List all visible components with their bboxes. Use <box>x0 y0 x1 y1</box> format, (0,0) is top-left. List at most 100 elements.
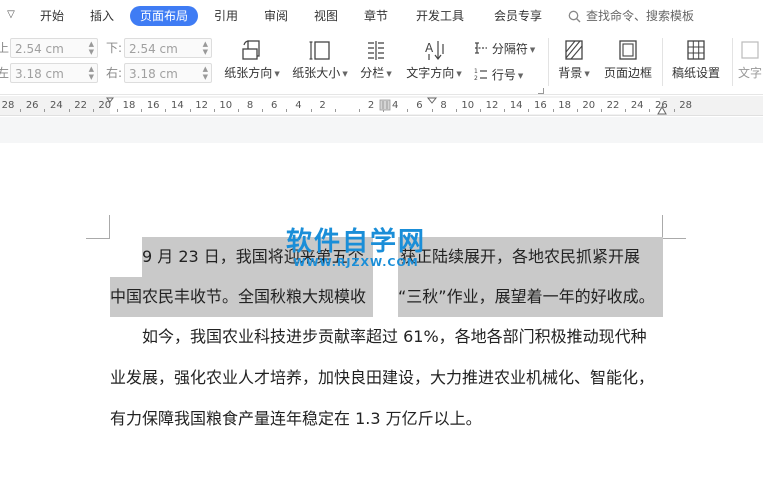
ruler-number: 22 <box>74 100 87 111</box>
ruler-tick <box>576 109 578 112</box>
ruler-number: 16 <box>534 100 547 111</box>
ruler-tick <box>552 109 554 112</box>
columns-button[interactable]: 分栏 ▼ <box>356 38 396 81</box>
ribbon-divider <box>548 38 549 86</box>
column-marker-icon[interactable] <box>379 98 391 112</box>
paper-orientation-button[interactable]: 纸张方向 ▼ <box>220 38 284 81</box>
page-border-icon <box>619 40 637 60</box>
margin-right-stepper[interactable]: 3.18 cm ▲ ▼ <box>124 63 212 83</box>
ruler-tick <box>479 109 481 112</box>
ruler-tick <box>358 109 360 112</box>
ruler-tick <box>20 109 22 112</box>
line-number-label: 行号 <box>491 68 516 82</box>
ruler-number: 8 <box>440 100 447 111</box>
stepper-arrows-icon[interactable]: ▲ ▼ <box>89 65 94 81</box>
document-area[interactable]: 9 月 23 日，我国将迎来第五个 获正陆续展开，各地农民抓紧开展 中国农民丰收… <box>0 117 763 504</box>
stepper-arrows-icon[interactable]: ▲ ▼ <box>203 65 208 81</box>
ruler-number: 28 <box>679 100 692 111</box>
margin-top-value: 2.54 cm <box>15 42 64 56</box>
first-line-indent-icon[interactable] <box>104 96 116 116</box>
paragraph-1-line-2b[interactable]: “三秋”作业，展望着一年的好收成。 <box>398 287 655 307</box>
chevron-down-icon: ▼ <box>342 69 348 78</box>
ruler-number: 6 <box>271 100 278 111</box>
paper-size-button[interactable]: 纸张大小 ▼ <box>288 38 352 81</box>
paper-size-label: 纸张大小 <box>292 66 341 80</box>
margin-top-bottom-row: 上: 2.54 cm ▲▼ 下: 2.54 cm ▲▼ <box>0 38 212 58</box>
margin-top-stepper[interactable]: 2.54 cm ▲ ▼ <box>10 38 98 58</box>
ruler-tick <box>310 109 312 112</box>
ruler-tick <box>504 109 506 112</box>
chevron-down-icon: ▼ <box>274 69 280 78</box>
margin-bottom-stepper[interactable]: 2.54 cm ▲ ▼ <box>124 38 212 58</box>
tab-view[interactable]: 视图 <box>314 6 338 26</box>
tab-sections[interactable]: 章节 <box>364 6 388 26</box>
tab-member[interactable]: 会员专享 <box>494 6 542 26</box>
right-indent-icon[interactable] <box>656 105 668 116</box>
ruler-number: 2 <box>367 100 375 111</box>
ruler-tick <box>189 109 191 112</box>
ruler-tick <box>407 109 409 112</box>
ruler-tick <box>141 109 143 112</box>
ribbon-toolbar: 上: 2.54 cm ▲▼ 下: 2.54 cm ▲▼ 左: 3.18 cm ▲… <box>0 32 763 95</box>
margin-left-right-row: 左: 3.18 cm ▲▼ 右: 3.18 cm ▲▼ <box>0 63 212 83</box>
menu-bar: ▽ 开始 插入 页面布局 引用 审阅 视图 章节 开发工具 会员专享 查找命令、… <box>0 0 763 32</box>
tab-page-layout[interactable]: 页面布局 <box>130 6 199 26</box>
ruler-number: 24 <box>50 100 63 111</box>
ruler-tick <box>673 109 675 112</box>
tab-developer[interactable]: 开发工具 <box>416 6 464 26</box>
margin-left-value: 3.18 cm <box>15 67 64 81</box>
paragraph-2-line-3[interactable]: 有力保障我国粮食产量连年稳定在 1.3 万亿斤以上。 <box>110 409 482 429</box>
site-watermark: 软件自学网 WWW.RJZXW.COM <box>286 227 426 269</box>
tab-stop-icon[interactable] <box>426 96 438 106</box>
stepper-arrows-icon[interactable]: ▲ ▼ <box>89 40 94 56</box>
chevron-down-icon: ▼ <box>529 45 536 54</box>
watermark-url: WWW.RJZXW.COM <box>293 256 419 269</box>
margin-left-stepper[interactable]: 3.18 cm ▲ ▼ <box>10 63 98 83</box>
ruler-tick <box>600 109 602 112</box>
ruler-tick <box>625 109 627 112</box>
tab-references[interactable]: 引用 <box>214 6 238 26</box>
paragraph-2-line-1[interactable]: 如今，我国农业科技进步贡献率超过 61%，各地各部门积极推动现代种 <box>142 327 647 347</box>
paper-orientation-label: 纸张方向 <box>224 66 273 80</box>
page-setup-launcher-icon[interactable] <box>538 88 544 94</box>
tab-insert[interactable]: 插入 <box>90 6 114 26</box>
text-direction-label: 文字方向 <box>406 66 455 80</box>
paragraph-2-line-2[interactable]: 业发展，强化农业人才培养，加快良田建设，大力推进农业机械化、智能化， <box>110 368 654 388</box>
chevron-down-icon: ▼ <box>584 69 590 78</box>
tab-home[interactable]: 开始 <box>40 6 64 26</box>
search-icon <box>568 10 581 23</box>
margin-right-label: 右: <box>106 66 123 80</box>
paper-orientation-icon <box>242 40 260 60</box>
ruler-tick <box>116 109 118 112</box>
ruler-number: 8 <box>246 100 254 111</box>
ruler-tick <box>262 109 264 112</box>
text-direction-button[interactable]: A 文字方向 ▼ <box>402 38 466 81</box>
background-button[interactable]: 背景 ▼ <box>554 38 594 81</box>
margin-bottom-label: 下: <box>106 41 123 55</box>
separator-button[interactable]: 分隔符 ▼ <box>474 41 535 58</box>
manuscript-settings-button[interactable]: 稿纸设置 <box>668 38 724 80</box>
text-partial-button[interactable]: 文字 <box>738 38 763 80</box>
tab-review[interactable]: 审阅 <box>264 6 288 26</box>
ruler-number: 18 <box>122 100 136 111</box>
ruler-tick <box>165 109 167 112</box>
command-search[interactable]: 查找命令、搜索模板 <box>568 6 694 26</box>
ruler-number: 2 <box>319 100 326 111</box>
manuscript-grid-icon <box>687 40 705 60</box>
page-border-button[interactable]: 页面边框 <box>600 38 656 80</box>
paragraph-1-line-2a[interactable]: 中国农民丰收节。全国秋粮大规模收 <box>110 287 366 307</box>
ruler-tick <box>213 109 215 112</box>
page-border-label: 页面边框 <box>603 66 652 80</box>
paragraph-1-line-1b[interactable]: 获正陆续展开，各地农民抓紧开展 <box>400 247 640 267</box>
stepper-arrows-icon[interactable]: ▲ ▼ <box>203 40 208 56</box>
svg-text:2: 2 <box>474 75 478 81</box>
document-page[interactable]: 9 月 23 日，我国将迎来第五个 获正陆续展开，各地农民抓紧开展 中国农民丰收… <box>0 143 763 504</box>
collapse-menu-icon[interactable]: ▽ <box>4 8 18 22</box>
line-number-button[interactable]: 1 2 行号 ▼ <box>474 67 523 84</box>
chevron-down-icon: ▼ <box>456 69 462 78</box>
horizontal-ruler[interactable]: 28 26 24 22 20 18 16 14 12 10 8 6 4 2 2 4 6 8 10 12 14 16 18 20… <box>0 96 763 116</box>
svg-text:A: A <box>425 41 434 55</box>
ruler-tick <box>334 109 336 112</box>
ruler-number: 10 <box>461 100 475 111</box>
margin-right-value: 3.18 cm <box>129 67 178 81</box>
